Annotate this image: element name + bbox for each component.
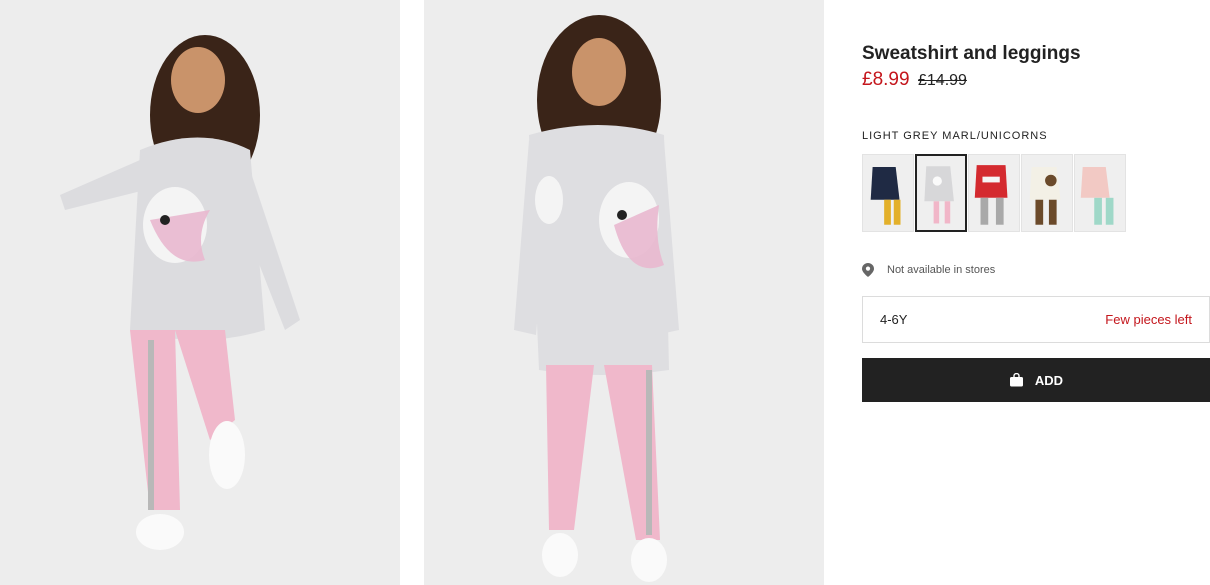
size-selector[interactable]: 4-6Y Few pieces left	[862, 296, 1210, 343]
swatch-thumbnail	[969, 155, 1019, 231]
swatch-thumbnail	[1075, 155, 1125, 231]
size-value: 4-6Y	[880, 312, 908, 327]
color-swatch-light-grey-unicorns[interactable]	[915, 154, 967, 232]
stock-status: Few pieces left	[1105, 312, 1192, 327]
color-swatch-navy[interactable]	[862, 154, 914, 232]
product-photo	[424, 0, 824, 585]
product-image-1[interactable]	[0, 0, 400, 585]
product-image-2[interactable]	[424, 0, 824, 585]
add-button-label: ADD	[1034, 372, 1064, 388]
store-availability-text: Not available in stores	[887, 264, 996, 276]
sale-price: £8.99	[862, 69, 910, 90]
color-swatch-red[interactable]	[968, 154, 1020, 232]
color-swatch-pink[interactable]	[1074, 154, 1126, 232]
shopping-bag-icon	[1009, 372, 1024, 387]
store-availability: Not available in stores	[862, 263, 995, 277]
add-to-bag-button[interactable]: ADD	[862, 358, 1210, 402]
product-title: Sweatshirt and leggings	[862, 43, 1081, 64]
swatch-thumbnail	[917, 157, 965, 229]
color-swatch-list	[862, 154, 1127, 232]
color-swatch-cream[interactable]	[1021, 154, 1073, 232]
swatch-thumbnail	[863, 155, 913, 231]
price-row: £8.99 £14.99	[862, 69, 967, 91]
original-price: £14.99	[918, 72, 967, 89]
swatch-thumbnail	[1022, 155, 1072, 231]
selected-color-name: LIGHT GREY MARL/UNICORNS	[862, 130, 1048, 142]
location-pin-icon	[862, 263, 874, 277]
product-photo	[0, 0, 400, 585]
